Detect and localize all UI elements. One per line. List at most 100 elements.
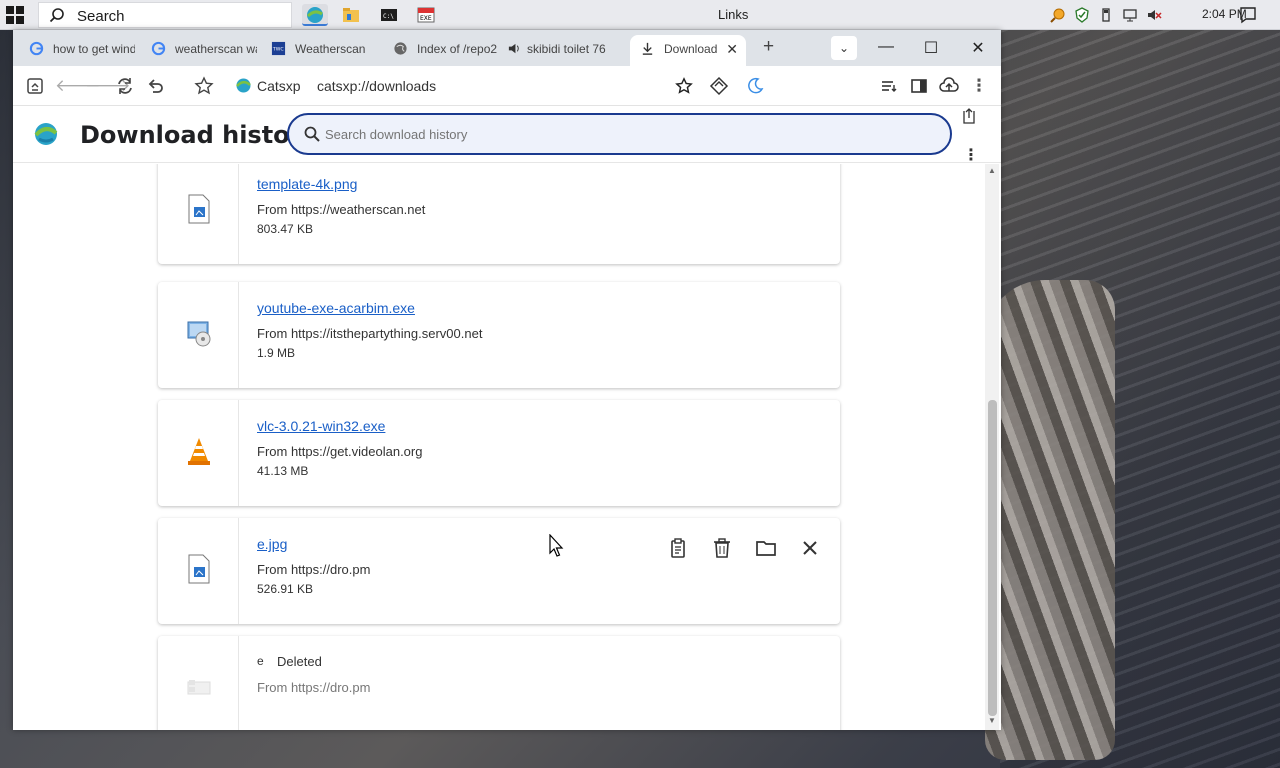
notification-center-icon[interactable] xyxy=(1239,6,1257,24)
download-search-field[interactable] xyxy=(287,113,952,155)
tab-label: skibidi toilet 76 xyxy=(527,42,606,56)
taskbar-cmd-icon[interactable]: C:\ xyxy=(376,4,402,26)
search-icon xyxy=(304,126,320,142)
download-item: template-4k.png From https://weatherscan… xyxy=(158,164,840,264)
download-size: 803.47 KB xyxy=(257,222,314,236)
tab-1[interactable]: weatherscan wa xyxy=(141,35,259,66)
address-bar-url[interactable]: catsxp://downloads xyxy=(317,78,436,94)
installer-icon xyxy=(187,321,211,347)
download-source: From https://weatherscan.net xyxy=(257,202,426,217)
download-item: youtube-exe-acarbim.exe From https://its… xyxy=(158,282,840,388)
google-icon xyxy=(151,41,166,56)
minimize-button[interactable]: — xyxy=(871,38,901,56)
download-size: 526.91 KB xyxy=(257,582,314,596)
catsxp-logo-icon xyxy=(236,78,251,93)
tab-0[interactable]: how to get wind xyxy=(19,35,137,66)
back-arrow-icon[interactable]: 🡐 xyxy=(55,76,101,96)
svg-text:C:\: C:\ xyxy=(383,13,394,20)
tray-volume-muted-icon[interactable] xyxy=(1146,7,1162,23)
tab-4[interactable]: skibidi toilet 76 xyxy=(505,35,627,66)
show-in-folder-icon[interactable] xyxy=(754,536,778,560)
bookmark-star-icon[interactable] xyxy=(194,76,214,96)
open-downloads-folder-icon[interactable] xyxy=(961,107,977,125)
download-filename-link[interactable]: template-4k.png xyxy=(257,176,357,192)
tab-list-chevron-icon[interactable]: ⌄ xyxy=(831,36,857,60)
taskbar-explorer-icon[interactable] xyxy=(338,4,364,26)
browser-window: how to get wind weatherscan wa TWC Weath… xyxy=(13,30,1001,730)
taskbar-catsxp-icon[interactable] xyxy=(302,4,328,26)
close-window-button[interactable]: ✕ xyxy=(963,38,993,58)
tab-close-icon[interactable]: ✕ xyxy=(726,41,738,58)
maximize-button[interactable]: ☐ xyxy=(916,38,946,58)
tab-strip: how to get wind weatherscan wa TWC Weath… xyxy=(13,30,1001,66)
playlist-icon[interactable] xyxy=(879,76,899,96)
taskbar-search-placeholder: Search xyxy=(77,8,125,25)
scroll-up-arrow-icon[interactable]: ▲ xyxy=(988,166,996,175)
image-file-icon xyxy=(188,554,210,584)
tray-magnifier-icon[interactable] xyxy=(1050,7,1066,23)
audio-icon xyxy=(508,43,519,54)
delete-trash-icon[interactable] xyxy=(710,536,734,560)
taskbar-exe-icon[interactable]: EXE xyxy=(413,4,439,26)
browser-menu-icon[interactable]: ⋮ xyxy=(969,76,989,96)
tab-label: Index of /repo2 xyxy=(417,42,498,56)
windows-start-icon[interactable] xyxy=(6,6,24,24)
favorite-star-icon[interactable] xyxy=(675,76,693,96)
taskbar-search-box[interactable]: Search xyxy=(38,2,292,28)
reload-icon[interactable] xyxy=(115,76,135,96)
taskbar: Search C:\ EXE Links 2:04 PM xyxy=(0,0,1280,30)
file-icon-column xyxy=(158,400,239,506)
scrollbar-thumb[interactable] xyxy=(988,400,997,716)
svg-text:EXE: EXE xyxy=(420,15,432,22)
dark-mode-moon-icon[interactable] xyxy=(745,76,765,96)
remove-close-icon[interactable] xyxy=(798,536,822,560)
new-tab-button[interactable]: + xyxy=(763,36,774,58)
download-source: From https://dro.pm xyxy=(257,680,371,695)
tab-label: weatherscan wa xyxy=(175,42,257,56)
download-filename-link[interactable]: vlc-3.0.21-win32.exe xyxy=(257,418,385,434)
downloads-header: Download history ⋮ xyxy=(13,107,1001,165)
google-icon xyxy=(29,41,44,56)
tab-2[interactable]: TWC Weatherscan xyxy=(261,35,383,66)
download-filename: e xyxy=(257,654,264,668)
side-panel-icon[interactable] xyxy=(909,76,929,96)
wallpaper-cat xyxy=(985,280,1115,760)
download-source: From https://itsthepartything.serv00.net xyxy=(257,326,483,341)
tray-network-icon[interactable] xyxy=(1122,7,1138,23)
downloads-more-menu-icon[interactable]: ⋮ xyxy=(963,145,979,165)
copy-clipboard-icon[interactable] xyxy=(666,536,690,560)
download-search-input[interactable] xyxy=(325,123,925,145)
tray-shield-icon[interactable] xyxy=(1074,7,1090,23)
svg-text:TWC: TWC xyxy=(272,46,284,52)
cloud-upload-icon[interactable] xyxy=(939,76,959,96)
tab-3[interactable]: Index of /repo2 xyxy=(383,35,505,66)
download-item-deleted: e Deleted From https://dro.pm xyxy=(158,636,840,730)
download-item: vlc-3.0.21-win32.exe From https://get.vi… xyxy=(158,400,840,506)
download-item-hovered: e.jpg From https://dro.pm 526.91 KB xyxy=(158,518,840,624)
file-icon-column xyxy=(158,518,239,624)
forward-arrow-icon[interactable]: 🡒 xyxy=(85,76,131,96)
download-state: Deleted xyxy=(277,654,322,669)
search-icon xyxy=(49,8,64,23)
deleted-file-icon xyxy=(187,680,211,695)
tab-label: Download xyxy=(664,42,718,56)
download-size: 1.9 MB xyxy=(257,346,296,360)
undo-icon[interactable] xyxy=(145,76,165,96)
page-title: Download history xyxy=(80,121,318,149)
file-icon-column xyxy=(158,282,239,388)
extension-layers-icon[interactable] xyxy=(709,76,729,96)
downloads-list: template-4k.png From https://weatherscan… xyxy=(13,164,1001,730)
browser-toolbar: 🡐 🡒 Catsxp catsxp://downloads ⋮ xyxy=(13,66,1001,106)
page-scrollbar[interactable]: ▲ ▼ xyxy=(985,164,999,730)
tray-usb-icon[interactable] xyxy=(1098,7,1114,23)
scroll-down-arrow-icon[interactable]: ▼ xyxy=(988,716,996,725)
file-icon-column xyxy=(158,636,239,730)
download-filename-link[interactable]: e.jpg xyxy=(257,536,287,552)
vlc-cone-icon xyxy=(188,438,210,465)
download-size: 41.13 MB xyxy=(257,464,309,478)
tab-5-active[interactable]: Download ✕ xyxy=(630,35,746,66)
file-icon-column xyxy=(158,164,239,264)
sidebar-toggle-icon[interactable] xyxy=(25,76,45,96)
download-filename-link[interactable]: youtube-exe-acarbim.exe xyxy=(257,300,415,316)
image-file-icon xyxy=(188,194,210,224)
